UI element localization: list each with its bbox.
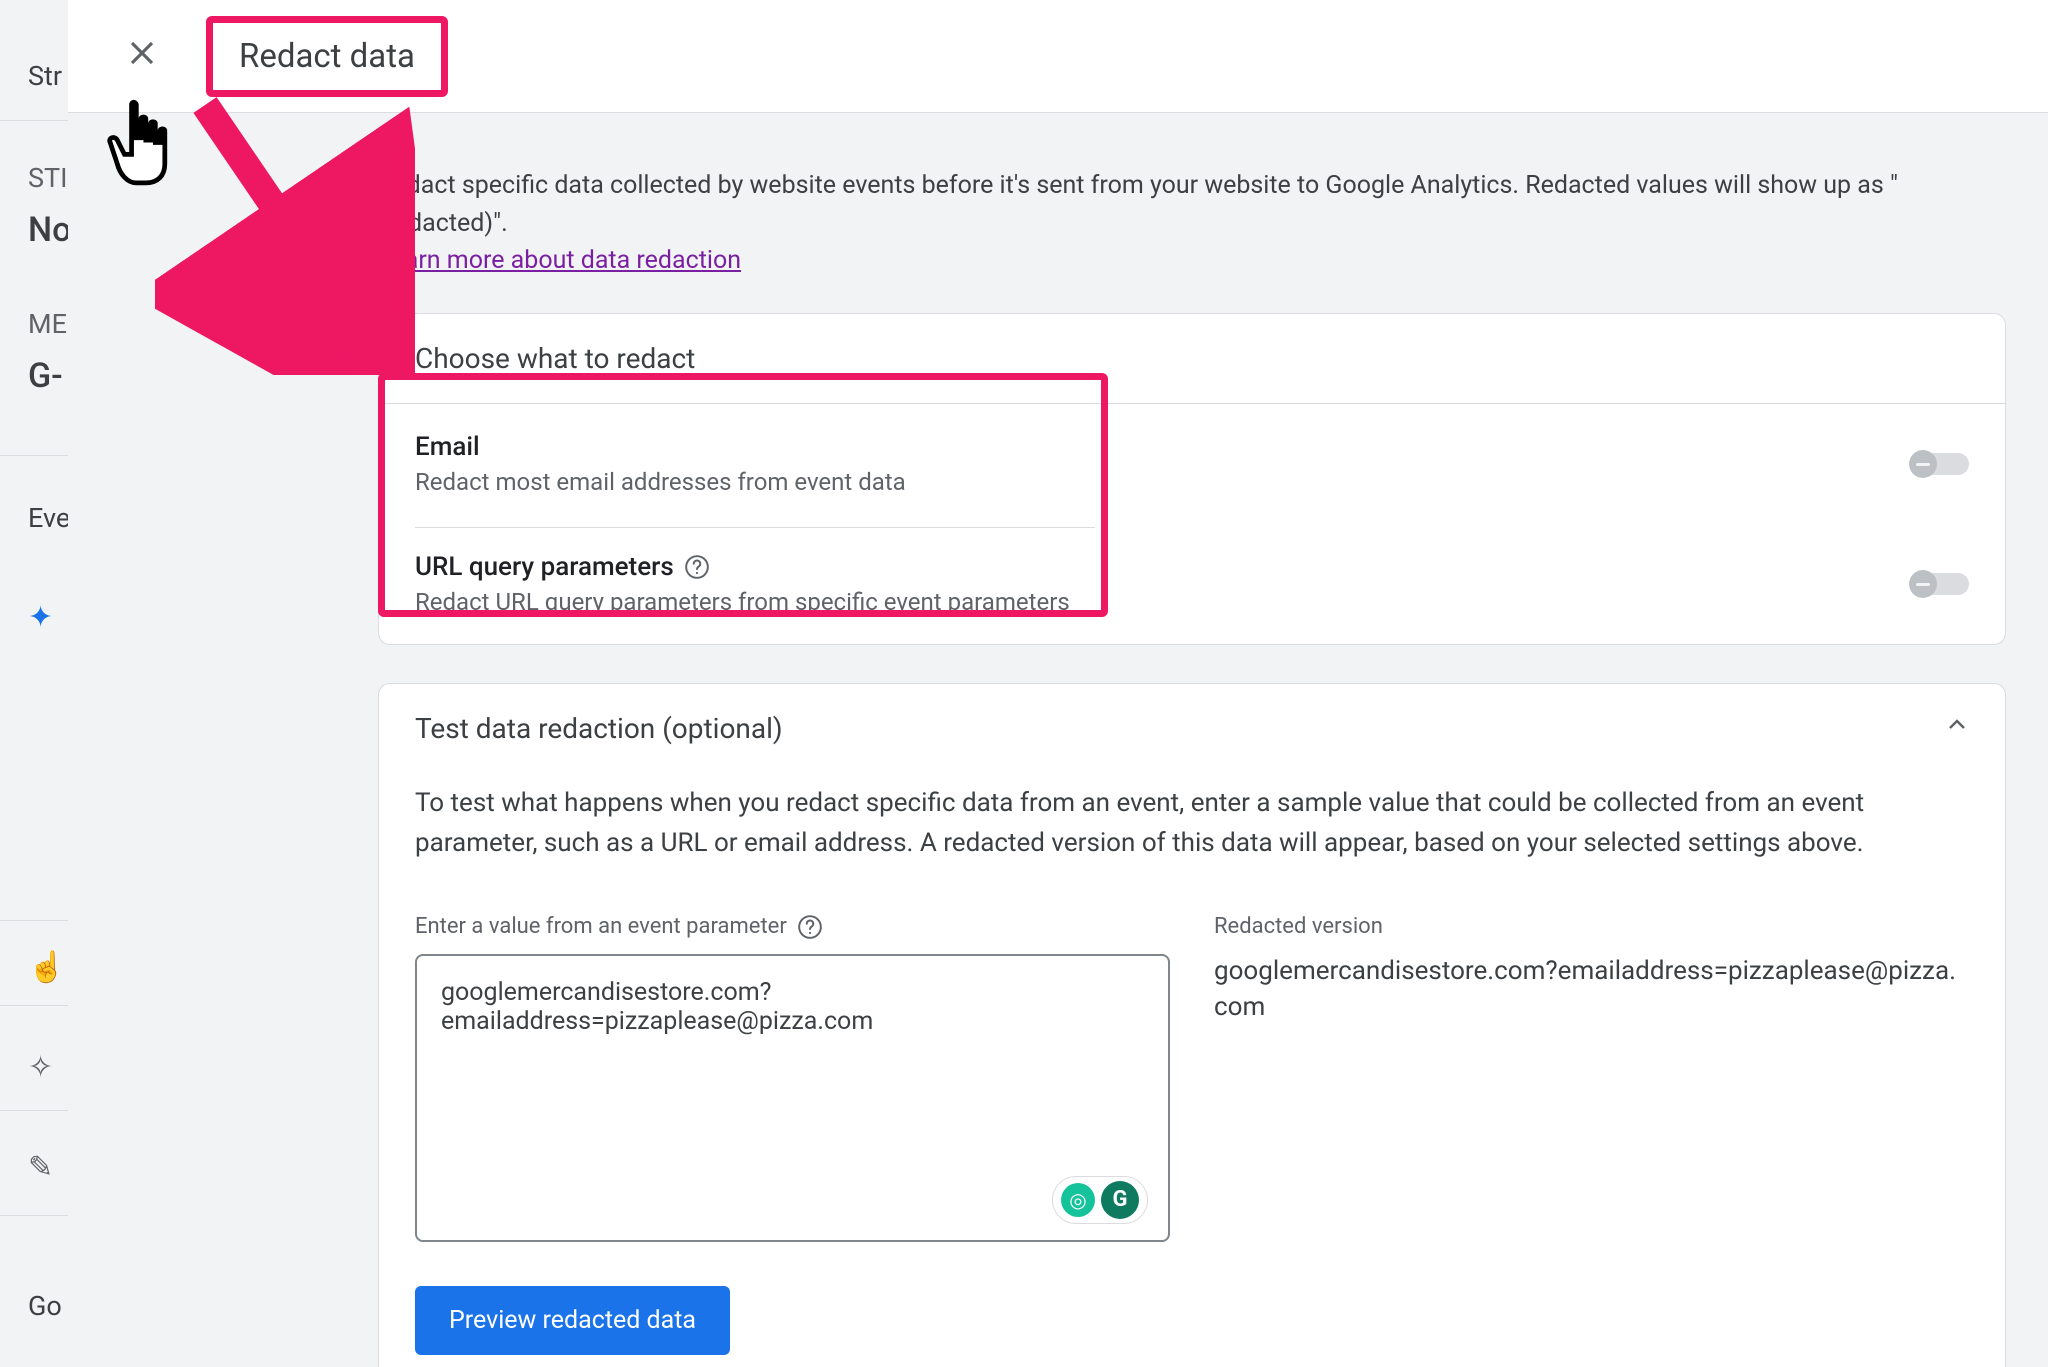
email-toggle[interactable] [1911, 453, 1969, 475]
intro-description: Redact specific data collected by websit… [378, 167, 2006, 242]
preview-button[interactable]: Preview redacted data [415, 1286, 730, 1355]
grammarly-bulb-icon: ◎ [1061, 1183, 1095, 1217]
annotation-arrow-icon [155, 85, 415, 379]
bg-truncated-text: No [28, 210, 71, 250]
option-desc-url-params: Redact URL query parameters from specifi… [415, 588, 1911, 616]
test-section-header: Test data redaction (optional) [415, 712, 783, 745]
close-button[interactable] [108, 22, 176, 90]
redact-option-url-params: URL query parameters Redact URL query pa… [379, 524, 2005, 644]
bg-truncated-text: STI [28, 162, 68, 194]
redact-option-email: Email Redact most email addresses from e… [379, 404, 2005, 524]
bg-truncated-text: Str [28, 60, 62, 92]
close-icon [127, 34, 157, 78]
grammarly-badge[interactable]: ◎ G [1052, 1176, 1148, 1224]
option-title-email: Email [415, 432, 1911, 462]
sparkle-icon: ✦ [28, 600, 53, 635]
bg-truncated-text: G- [28, 356, 63, 396]
annotation-pointer-cursor-icon [95, 95, 180, 194]
help-icon[interactable] [684, 554, 710, 580]
bg-truncated-text: ME [28, 308, 67, 340]
grammarly-g-icon: G [1101, 1181, 1139, 1219]
redacted-label: Redacted version [1214, 914, 1969, 939]
chevron-up-icon[interactable] [1945, 713, 1969, 744]
bg-truncated-text: Eve [28, 502, 70, 534]
option-desc-email: Redact most email addresses from event d… [415, 468, 1911, 496]
url-params-toggle[interactable] [1911, 573, 1969, 595]
page-title: Redact data [239, 37, 415, 76]
choose-section-header: Choose what to redact [379, 314, 2005, 404]
option-title-url-params: URL query parameters [415, 552, 674, 582]
redacted-value: googlemercandisestore.com?emailaddress=p… [1214, 953, 1969, 1026]
test-description: To test what happens when you redact spe… [415, 783, 1969, 864]
pencil-icon: ✎ [28, 1150, 53, 1185]
tap-icon: ☝ [28, 950, 65, 985]
click-spark-icon: ✧ [28, 1050, 53, 1085]
help-icon[interactable] [797, 914, 823, 940]
learn-more-link[interactable]: Learn more about data redaction [378, 246, 741, 275]
bg-truncated-text: Go [28, 1290, 62, 1322]
input-label: Enter a value from an event parameter [415, 914, 787, 939]
